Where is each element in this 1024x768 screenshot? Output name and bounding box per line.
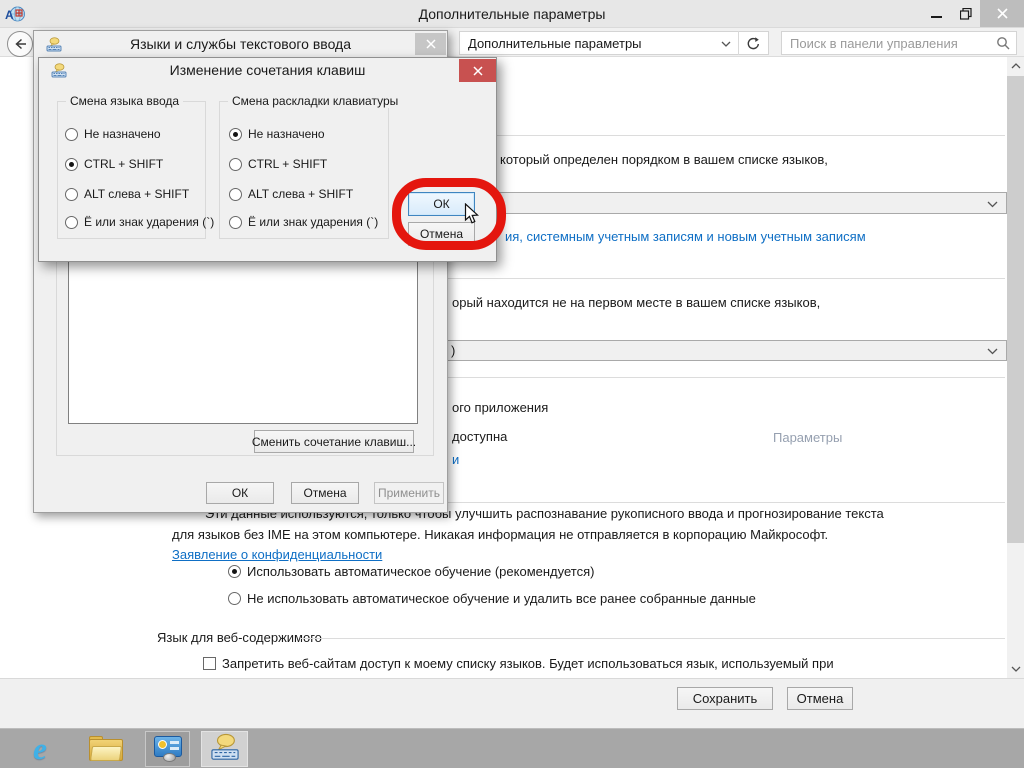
- chevron-down-icon[interactable]: [714, 34, 738, 52]
- cursor-icon: [464, 202, 480, 230]
- close-button[interactable]: [415, 33, 446, 55]
- radio-icon: [65, 127, 78, 141]
- installed-services-list[interactable]: [68, 251, 418, 424]
- radio-label: Использовать автоматическое обучение (ре…: [247, 564, 595, 579]
- highlight-ring-annotation: [392, 178, 506, 250]
- search-bar[interactable]: [781, 31, 1017, 55]
- radio-icon: [65, 187, 78, 201]
- dialog-title[interactable]: Языки и службы текстового ввода: [34, 31, 447, 57]
- radio-icon: [229, 187, 242, 201]
- close-button[interactable]: [980, 0, 1024, 27]
- chevron-down-icon: [987, 343, 998, 358]
- dropdown-value-fragment: ): [451, 343, 456, 358]
- radio-lang-not-assigned[interactable]: Не назначено: [65, 126, 161, 142]
- taskbar-ie-button[interactable]: e: [14, 731, 66, 767]
- radio-icon: [65, 215, 78, 229]
- close-icon: [425, 39, 436, 49]
- minimize-button[interactable]: [922, 0, 951, 27]
- radio-use-auto-learning[interactable]: Использовать автоматическое обучение (ре…: [228, 564, 594, 579]
- radio-lang-ctrl-shift[interactable]: CTRL + SHIFT: [65, 156, 163, 172]
- ie-icon: e: [33, 731, 47, 766]
- radio-lang-alt-shift[interactable]: ALT слева + SHIFT: [65, 186, 189, 202]
- save-button[interactable]: Сохранить: [677, 687, 773, 710]
- close-icon: [996, 8, 1008, 19]
- window-title: Дополнительные параметры: [418, 6, 606, 22]
- override-language-dropdown[interactable]: [470, 192, 1007, 214]
- web-content-section-title: Язык для веб-содержимого: [157, 630, 322, 645]
- taskbar-text-services-button[interactable]: [201, 731, 248, 767]
- radio-layout-ctrl-shift[interactable]: CTRL + SHIFT: [229, 156, 327, 172]
- scroll-down-icon[interactable]: [1007, 660, 1024, 678]
- radio-icon: [65, 157, 78, 171]
- cancel-button[interactable]: Отмена: [787, 687, 853, 710]
- page-link-fragment[interactable]: и: [452, 452, 459, 467]
- taskbar-explorer-button[interactable]: [82, 731, 130, 767]
- radio-layout-grave[interactable]: Ё или знак ударения (`): [229, 214, 378, 230]
- page-text-language-order: который определен порядком в вашем списк…: [500, 152, 828, 167]
- checkbox-icon: [203, 657, 216, 670]
- separator: [300, 638, 1005, 639]
- scroll-up-icon[interactable]: [1007, 57, 1024, 75]
- back-button[interactable]: [7, 31, 33, 57]
- control-panel-icon: [153, 735, 183, 763]
- radio-icon: [229, 127, 242, 141]
- restore-button[interactable]: [951, 0, 980, 27]
- address-bar[interactable]: Дополнительные параметры: [459, 31, 769, 55]
- search-icon[interactable]: [990, 36, 1016, 50]
- footer-bar: [0, 678, 1024, 728]
- refresh-button[interactable]: [739, 31, 768, 55]
- radio-no-auto-learning[interactable]: Не использовать автоматическое обучение …: [228, 591, 756, 606]
- close-icon: [472, 65, 483, 76]
- radio-icon: [229, 157, 242, 171]
- group-legend: Смена раскладки клавиатуры: [228, 94, 403, 108]
- keyboard-app-icon: [46, 37, 62, 52]
- page-text-available-fragment: доступна: [452, 429, 508, 444]
- page-text-input-method: орый находится не на первом месте в ваше…: [452, 295, 821, 310]
- radio-lang-grave[interactable]: Ё или знак ударения (`): [65, 214, 214, 230]
- window-titlebar[interactable]: A Дополнительные параметры: [0, 0, 1024, 28]
- scrollbar-thumb[interactable]: [1007, 76, 1024, 543]
- restore-icon: [959, 7, 972, 20]
- radio-layout-alt-shift[interactable]: ALT слева + SHIFT: [229, 186, 353, 202]
- minimize-icon: [931, 16, 942, 18]
- radio-icon: [228, 565, 241, 578]
- dialog-title[interactable]: Изменение сочетания клавиш: [39, 58, 496, 82]
- ok-button[interactable]: ОК: [206, 482, 274, 504]
- radio-layout-not-assigned[interactable]: Не назначено: [229, 126, 325, 142]
- taskbar-control-panel-button[interactable]: [145, 731, 190, 767]
- group-legend: Смена языка ввода: [66, 94, 184, 108]
- search-input[interactable]: [782, 34, 990, 52]
- handwriting-info-line2: для языков без IME на этом компьютере. Н…: [172, 527, 829, 542]
- apply-button: Применить: [374, 482, 444, 504]
- change-key-sequence-button[interactable]: Сменить сочетание клавиш...: [252, 430, 416, 453]
- privacy-statement-link[interactable]: Заявление о конфиденциальности: [172, 547, 382, 562]
- keyboard-app-icon: [210, 733, 240, 766]
- radio-icon: [228, 592, 241, 605]
- apply-to-accounts-link[interactable]: ия, системным учетным записям и новым уч…: [505, 229, 866, 244]
- options-link-disabled: Параметры: [773, 430, 843, 445]
- screen: A Дополнительные параметры Дополнительны…: [0, 0, 1024, 768]
- radio-icon: [229, 215, 242, 229]
- taskbar: e: [0, 728, 1024, 768]
- page-text-app-fragment: ого приложения: [452, 400, 549, 415]
- scrollbar[interactable]: [1007, 57, 1024, 678]
- keyboard-app-icon: [51, 63, 67, 78]
- address-text: Дополнительные параметры: [468, 35, 642, 51]
- radio-label: Не использовать автоматическое обучение …: [247, 591, 756, 606]
- cancel-button[interactable]: Отмена: [291, 482, 359, 504]
- back-icon: [15, 38, 26, 50]
- block-websites-checkbox[interactable]: Запретить веб-сайтам доступ к моему спис…: [203, 656, 834, 671]
- chevron-down-icon: [987, 196, 998, 211]
- input-method-dropdown[interactable]: ): [430, 340, 1007, 361]
- checkbox-label: Запретить веб-сайтам доступ к моему спис…: [222, 656, 834, 671]
- close-button[interactable]: [459, 59, 496, 82]
- folder-icon: [89, 736, 123, 762]
- refresh-icon: [747, 36, 759, 49]
